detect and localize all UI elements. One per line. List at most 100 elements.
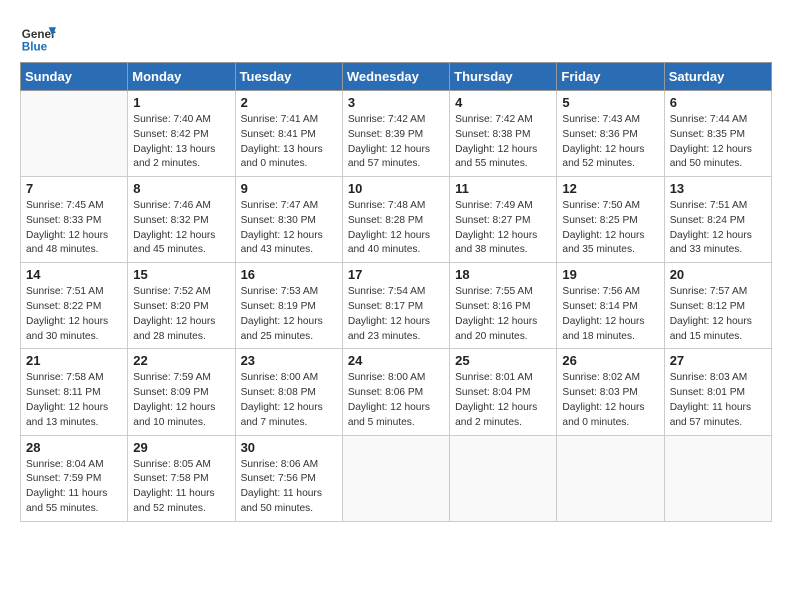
day-info: Sunrise: 7:57 AMSunset: 8:12 PMDaylight:… bbox=[670, 285, 766, 344]
day-info: Sunrise: 7:55 AMSunset: 8:16 PMDaylight:… bbox=[455, 285, 551, 344]
logo: General Blue bbox=[20, 20, 56, 56]
day-info: Sunrise: 7:51 AMSunset: 8:24 PMDaylight:… bbox=[670, 199, 766, 258]
calendar-day: 22 Sunrise: 7:59 AMSunset: 8:09 PMDayligh… bbox=[128, 349, 235, 435]
calendar-day: 20 Sunrise: 7:57 AMSunset: 8:12 PMDayligh… bbox=[664, 263, 771, 349]
day-number: 21 bbox=[26, 353, 122, 368]
calendar-day: 24 Sunrise: 8:00 AMSunset: 8:06 PMDayligh… bbox=[342, 349, 449, 435]
calendar-day: 27Sunrise: 8:03 AMSunset: 8:01 PMDayligh… bbox=[664, 349, 771, 435]
calendar-day: 10 Sunrise: 7:48 AMSunset: 8:28 PMDayligh… bbox=[342, 177, 449, 263]
calendar-week-2: 7Sunrise: 7:45 AMSunset: 8:33 PMDaylight… bbox=[21, 177, 772, 263]
day-info: Sunrise: 8:00 AMSunset: 8:06 PMDaylight:… bbox=[348, 371, 444, 430]
day-number: 24 bbox=[348, 353, 444, 368]
calendar: SundayMondayTuesdayWednesdayThursdayFrid… bbox=[20, 62, 772, 522]
day-header-thursday: Thursday bbox=[450, 63, 557, 91]
calendar-day: 2 Sunrise: 7:41 AMSunset: 8:41 PMDaylight… bbox=[235, 91, 342, 177]
day-info: Sunrise: 7:59 AMSunset: 8:09 PMDaylight:… bbox=[133, 371, 229, 430]
calendar-day: 4 Sunrise: 7:42 AMSunset: 8:38 PMDaylight… bbox=[450, 91, 557, 177]
calendar-day bbox=[450, 435, 557, 521]
day-header-friday: Friday bbox=[557, 63, 664, 91]
day-header-monday: Monday bbox=[128, 63, 235, 91]
calendar-day: 5 Sunrise: 7:43 AMSunset: 8:36 PMDaylight… bbox=[557, 91, 664, 177]
calendar-day: 25 Sunrise: 8:01 AMSunset: 8:04 PMDayligh… bbox=[450, 349, 557, 435]
calendar-day: 28 Sunrise: 8:04 AMSunset: 7:59 PMDayligh… bbox=[21, 435, 128, 521]
calendar-day bbox=[21, 91, 128, 177]
day-info: Sunrise: 7:56 AMSunset: 8:14 PMDaylight:… bbox=[562, 285, 658, 344]
calendar-day bbox=[557, 435, 664, 521]
day-info: Sunrise: 7:52 AMSunset: 8:20 PMDaylight:… bbox=[133, 285, 229, 344]
day-info: Sunrise: 7:53 AMSunset: 8:19 PMDaylight:… bbox=[241, 285, 337, 344]
calendar-day: 12 Sunrise: 7:50 AMSunset: 8:25 PMDayligh… bbox=[557, 177, 664, 263]
day-number: 1 bbox=[133, 95, 229, 110]
logo-icon: General Blue bbox=[20, 20, 56, 56]
calendar-day: 23Sunrise: 8:00 AMSunset: 8:08 PMDayligh… bbox=[235, 349, 342, 435]
day-number: 6 bbox=[670, 95, 766, 110]
day-header-tuesday: Tuesday bbox=[235, 63, 342, 91]
day-number: 14 bbox=[26, 267, 122, 282]
day-header-wednesday: Wednesday bbox=[342, 63, 449, 91]
day-info: Sunrise: 7:42 AMSunset: 8:38 PMDaylight:… bbox=[455, 113, 551, 172]
day-info: Sunrise: 7:49 AMSunset: 8:27 PMDaylight:… bbox=[455, 199, 551, 258]
calendar-day bbox=[342, 435, 449, 521]
day-info: Sunrise: 8:02 AMSunset: 8:03 PMDaylight:… bbox=[562, 371, 658, 430]
day-info: Sunrise: 7:41 AMSunset: 8:41 PMDaylight:… bbox=[241, 113, 337, 172]
day-info: Sunrise: 7:48 AMSunset: 8:28 PMDaylight:… bbox=[348, 199, 444, 258]
calendar-day: 26Sunrise: 8:02 AMSunset: 8:03 PMDayligh… bbox=[557, 349, 664, 435]
day-info: Sunrise: 7:42 AMSunset: 8:39 PMDaylight:… bbox=[348, 113, 444, 172]
day-info: Sunrise: 7:47 AMSunset: 8:30 PMDaylight:… bbox=[241, 199, 337, 258]
calendar-day: 15 Sunrise: 7:52 AMSunset: 8:20 PMDayligh… bbox=[128, 263, 235, 349]
calendar-day: 16Sunrise: 7:53 AMSunset: 8:19 PMDayligh… bbox=[235, 263, 342, 349]
day-number: 29 bbox=[133, 440, 229, 455]
calendar-day: 11 Sunrise: 7:49 AMSunset: 8:27 PMDayligh… bbox=[450, 177, 557, 263]
calendar-day: 19 Sunrise: 7:56 AMSunset: 8:14 PMDayligh… bbox=[557, 263, 664, 349]
calendar-day: 17 Sunrise: 7:54 AMSunset: 8:17 PMDayligh… bbox=[342, 263, 449, 349]
day-info: Sunrise: 8:01 AMSunset: 8:04 PMDaylight:… bbox=[455, 371, 551, 430]
day-number: 25 bbox=[455, 353, 551, 368]
day-number: 7 bbox=[26, 181, 122, 196]
calendar-header-row: SundayMondayTuesdayWednesdayThursdayFrid… bbox=[21, 63, 772, 91]
day-number: 11 bbox=[455, 181, 551, 196]
day-info: Sunrise: 7:50 AMSunset: 8:25 PMDaylight:… bbox=[562, 199, 658, 258]
day-number: 19 bbox=[562, 267, 658, 282]
day-info: Sunrise: 8:06 AMSunset: 7:56 PMDaylight:… bbox=[241, 458, 337, 517]
calendar-week-5: 28 Sunrise: 8:04 AMSunset: 7:59 PMDayligh… bbox=[21, 435, 772, 521]
day-number: 3 bbox=[348, 95, 444, 110]
calendar-day bbox=[664, 435, 771, 521]
day-info: Sunrise: 7:43 AMSunset: 8:36 PMDaylight:… bbox=[562, 113, 658, 172]
calendar-day: 14Sunrise: 7:51 AMSunset: 8:22 PMDayligh… bbox=[21, 263, 128, 349]
day-info: Sunrise: 7:46 AMSunset: 8:32 PMDaylight:… bbox=[133, 199, 229, 258]
calendar-day: 6Sunrise: 7:44 AMSunset: 8:35 PMDaylight… bbox=[664, 91, 771, 177]
calendar-day: 1 Sunrise: 7:40 AMSunset: 8:42 PMDaylight… bbox=[128, 91, 235, 177]
day-number: 28 bbox=[26, 440, 122, 455]
day-info: Sunrise: 8:03 AMSunset: 8:01 PMDaylight:… bbox=[670, 371, 766, 430]
svg-text:Blue: Blue bbox=[22, 41, 48, 54]
calendar-day: 13Sunrise: 7:51 AMSunset: 8:24 PMDayligh… bbox=[664, 177, 771, 263]
calendar-day: 7Sunrise: 7:45 AMSunset: 8:33 PMDaylight… bbox=[21, 177, 128, 263]
calendar-day: 30Sunrise: 8:06 AMSunset: 7:56 PMDayligh… bbox=[235, 435, 342, 521]
calendar-day: 29Sunrise: 8:05 AMSunset: 7:58 PMDayligh… bbox=[128, 435, 235, 521]
day-header-saturday: Saturday bbox=[664, 63, 771, 91]
day-number: 22 bbox=[133, 353, 229, 368]
calendar-week-1: 1 Sunrise: 7:40 AMSunset: 8:42 PMDaylight… bbox=[21, 91, 772, 177]
day-number: 18 bbox=[455, 267, 551, 282]
day-number: 12 bbox=[562, 181, 658, 196]
calendar-week-3: 14Sunrise: 7:51 AMSunset: 8:22 PMDayligh… bbox=[21, 263, 772, 349]
calendar-day: 8 Sunrise: 7:46 AMSunset: 8:32 PMDaylight… bbox=[128, 177, 235, 263]
day-header-sunday: Sunday bbox=[21, 63, 128, 91]
day-number: 20 bbox=[670, 267, 766, 282]
day-number: 10 bbox=[348, 181, 444, 196]
day-info: Sunrise: 7:54 AMSunset: 8:17 PMDaylight:… bbox=[348, 285, 444, 344]
day-number: 15 bbox=[133, 267, 229, 282]
day-number: 23 bbox=[241, 353, 337, 368]
calendar-day: 18 Sunrise: 7:55 AMSunset: 8:16 PMDayligh… bbox=[450, 263, 557, 349]
day-number: 4 bbox=[455, 95, 551, 110]
day-number: 8 bbox=[133, 181, 229, 196]
day-number: 2 bbox=[241, 95, 337, 110]
calendar-week-4: 21 Sunrise: 7:58 AMSunset: 8:11 PMDayligh… bbox=[21, 349, 772, 435]
day-number: 17 bbox=[348, 267, 444, 282]
calendar-day: 21 Sunrise: 7:58 AMSunset: 8:11 PMDayligh… bbox=[21, 349, 128, 435]
day-info: Sunrise: 8:04 AMSunset: 7:59 PMDaylight:… bbox=[26, 458, 122, 517]
day-number: 5 bbox=[562, 95, 658, 110]
day-info: Sunrise: 7:58 AMSunset: 8:11 PMDaylight:… bbox=[26, 371, 122, 430]
day-info: Sunrise: 7:40 AMSunset: 8:42 PMDaylight:… bbox=[133, 113, 229, 172]
day-number: 9 bbox=[241, 181, 337, 196]
